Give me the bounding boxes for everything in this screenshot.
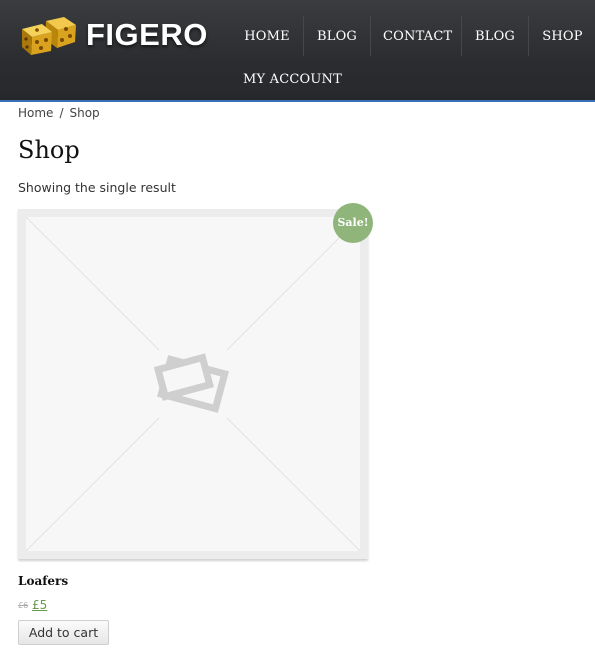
nav-blog[interactable]: BLOG	[316, 17, 358, 57]
dice-icon	[22, 17, 76, 55]
site-header: FIGERO HOME BLOG CONTACT BLOG SHOP MY AC…	[0, 0, 595, 102]
site-logo[interactable]: FIGERO	[20, 15, 208, 55]
nav-divider	[303, 16, 304, 56]
nav-divider	[370, 16, 371, 56]
logo-text: FIGERO	[86, 17, 208, 52]
breadcrumb-current: Shop	[69, 106, 100, 120]
price-original: £6	[18, 601, 29, 610]
result-count: Showing the single result	[18, 180, 176, 195]
nav-contact[interactable]: CONTACT	[383, 17, 452, 57]
sale-badge: Sale!	[333, 203, 373, 243]
nav-my-account[interactable]: MY ACCOUNT	[243, 60, 342, 100]
nav-home[interactable]: HOME	[243, 17, 291, 57]
placeholder-image-icon	[26, 217, 360, 551]
add-to-cart-button[interactable]: Add to cart	[18, 620, 109, 645]
nav-divider	[528, 16, 529, 56]
nav-blog-2[interactable]: BLOG	[474, 17, 516, 57]
product-image-link[interactable]	[18, 209, 368, 559]
breadcrumb-home-link[interactable]: Home	[18, 106, 53, 120]
nav-shop[interactable]: SHOP	[540, 17, 585, 57]
breadcrumb-separator: /	[59, 106, 64, 120]
page-title: Shop	[18, 136, 80, 164]
product-title[interactable]: Loafers	[18, 574, 68, 588]
product-image	[26, 217, 360, 551]
breadcrumb: Home / Shop	[18, 106, 100, 120]
price-sale: £5	[32, 598, 48, 612]
nav-divider	[461, 16, 462, 56]
